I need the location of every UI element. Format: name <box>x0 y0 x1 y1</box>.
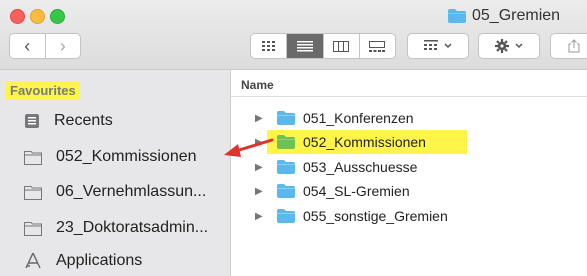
disclosure-triangle-icon[interactable]: ▶ <box>255 137 265 148</box>
list-item[interactable]: ▶ 052_Kommissionen <box>231 130 587 154</box>
folder-icon <box>24 221 42 236</box>
sidebar-item-06-vernehmlassungen[interactable]: 06_Vernehmlassun... <box>24 183 206 201</box>
disclosure-triangle-icon[interactable]: ▶ <box>255 211 265 222</box>
list-view-button[interactable] <box>287 34 324 58</box>
list-item[interactable]: ▶ 055_sonstige_Gremien <box>231 205 587 227</box>
back-button[interactable]: ‹ <box>10 34 46 58</box>
sidebar: Favourites Recents 052_Kommissionen 06_V… <box>0 70 231 276</box>
gallery-view-icon <box>369 40 386 52</box>
share-button[interactable] <box>550 33 587 59</box>
group-by-button[interactable] <box>407 33 469 59</box>
title-bar: 05_Gremien ‹ › <box>0 0 587 70</box>
gear-icon <box>495 39 509 53</box>
list-item-name: 054_SL-Gremien <box>303 183 410 199</box>
folder-icon <box>24 150 42 165</box>
disclosure-triangle-icon[interactable]: ▶ <box>255 186 265 197</box>
share-icon <box>568 39 580 53</box>
list-item[interactable]: ▶ 053_Ausschuesse <box>231 156 587 178</box>
chevron-right-icon: › <box>59 35 66 56</box>
folder-icon <box>277 111 295 125</box>
chevron-down-icon <box>444 43 452 49</box>
applications-icon <box>25 252 41 269</box>
folder-icon <box>277 209 295 223</box>
column-header-name[interactable]: Name <box>231 70 587 97</box>
folder-icon <box>448 9 466 23</box>
chevron-left-icon: ‹ <box>24 35 31 56</box>
minimize-window-button[interactable] <box>30 9 45 24</box>
window-title: 05_Gremien <box>448 6 560 26</box>
sidebar-item-23-doktoratsadmin[interactable]: 23_Doktoratsadmin... <box>24 219 208 237</box>
list-item-name: 051_Konferenzen <box>303 110 414 126</box>
column-header-label: Name <box>241 78 274 92</box>
folder-icon <box>277 135 295 149</box>
sidebar-item-label: Recents <box>54 112 113 129</box>
forward-button[interactable]: › <box>46 34 81 58</box>
group-icon <box>424 40 438 50</box>
navigation-buttons: ‹ › <box>9 33 81 59</box>
sidebar-item-label: Applications <box>56 252 143 269</box>
zoom-window-button[interactable] <box>50 9 65 24</box>
icon-view-icon <box>261 41 275 51</box>
sidebar-header-favourites: Favourites <box>6 81 80 100</box>
column-view-button[interactable] <box>324 34 360 58</box>
sidebar-item-recents[interactable]: Recents <box>24 112 113 130</box>
list-item[interactable]: ▶ 051_Konferenzen <box>231 107 587 129</box>
sidebar-item-052-kommissionen[interactable]: 052_Kommissionen <box>24 148 197 166</box>
list-item-name: 055_sonstige_Gremien <box>303 208 448 224</box>
sidebar-item-label: 052_Kommissionen <box>56 148 197 165</box>
icon-view-button[interactable] <box>251 34 288 58</box>
file-list: Name ▶ 051_Konferenzen ▶ 052_Kommissione… <box>231 70 587 276</box>
action-menu-button[interactable] <box>478 33 540 59</box>
list-item-name: 053_Ausschuesse <box>303 159 418 175</box>
folder-icon <box>277 184 295 198</box>
list-item[interactable]: ▶ 054_SL-Gremien <box>231 180 587 202</box>
folder-icon <box>24 185 42 200</box>
view-mode-selector <box>250 33 396 59</box>
list-item-name: 052_Kommissionen <box>303 134 426 150</box>
folder-icon <box>277 160 295 174</box>
list-view-icon <box>296 40 313 51</box>
recents-icon <box>25 114 39 128</box>
chevron-down-icon <box>515 43 523 49</box>
column-view-icon <box>333 40 350 52</box>
sidebar-item-applications[interactable]: Applications <box>24 252 142 270</box>
disclosure-triangle-icon[interactable]: ▶ <box>255 162 265 173</box>
gallery-view-button[interactable] <box>360 34 395 58</box>
close-window-button[interactable] <box>10 9 25 24</box>
disclosure-triangle-icon[interactable]: ▶ <box>255 113 265 124</box>
sidebar-item-label: 06_Vernehmlassun... <box>56 183 207 200</box>
sidebar-item-label: 23_Doktoratsadmin... <box>56 219 209 236</box>
window-title-text: 05_Gremien <box>472 7 561 24</box>
